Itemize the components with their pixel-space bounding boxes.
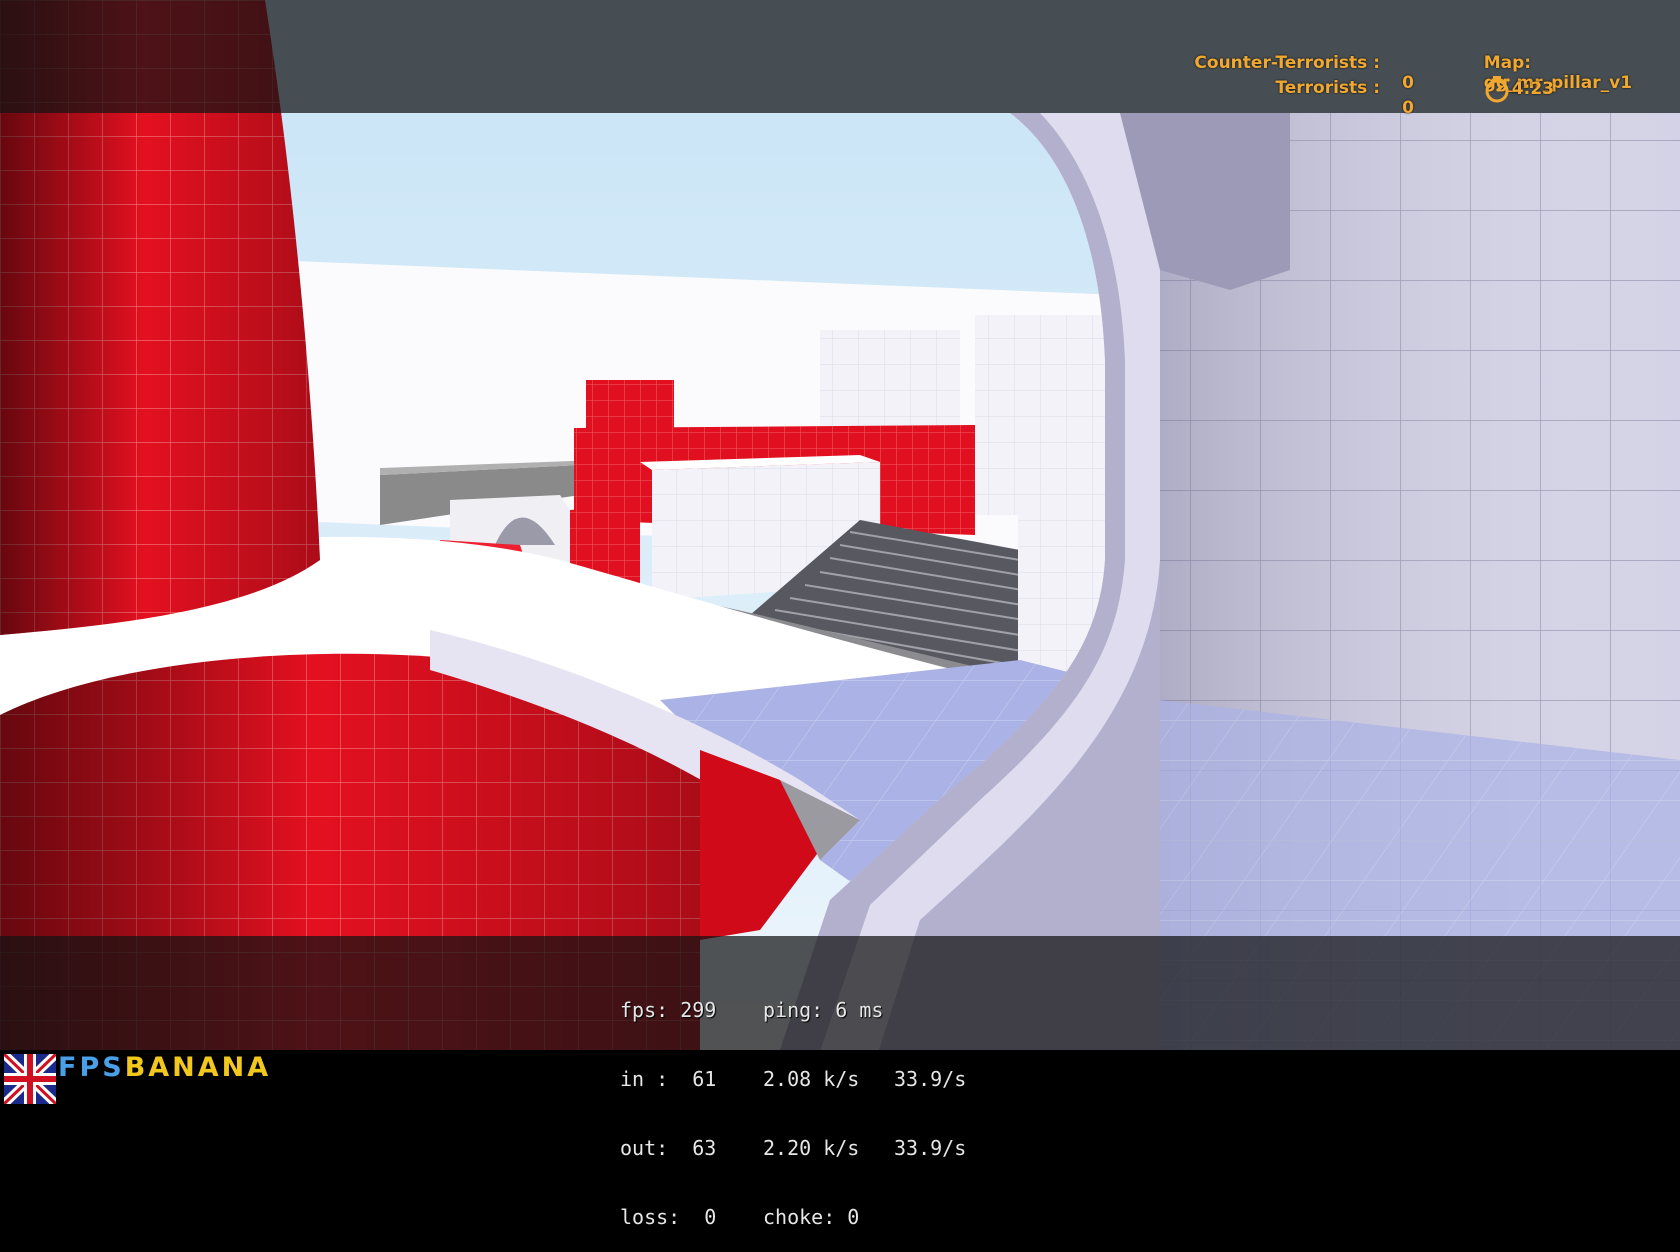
t-score: 0 xyxy=(1402,98,1414,118)
watermark-banana: BANANA xyxy=(124,1052,272,1083)
watermark-fps: FPS xyxy=(58,1052,125,1083)
in-packets: in : 61 xyxy=(620,1067,717,1091)
hud-top-bar xyxy=(0,0,1680,113)
in-updates: 33.9/s xyxy=(894,1067,967,1091)
t-score-row: Terrorists : 0 xyxy=(1180,58,1414,118)
net-graph: fps: 299 ping: 6 ms in : 61 2.08 k/s 33.9/s… xyxy=(620,953,966,1252)
out-packets: out: 63 xyxy=(620,1136,717,1160)
loss-value: loss: 0 xyxy=(620,1205,717,1229)
uk-flag-icon xyxy=(4,1054,56,1104)
stopwatch-icon xyxy=(1485,76,1510,103)
fps-value: fps: 299 xyxy=(620,998,717,1022)
ct-score-row: Counter-Terrorists : 0 xyxy=(1180,33,1414,93)
ping-value: ping: 6 ms xyxy=(763,998,884,1022)
choke-value: choke: 0 xyxy=(763,1205,860,1229)
net-row-loss: loss: 0 choke: 0 xyxy=(620,1206,966,1229)
net-row-out: out: 63 2.20 k/s 33.9/s xyxy=(620,1137,966,1160)
net-row-in: in : 61 2.08 k/s 33.9/s xyxy=(620,1068,966,1091)
out-updates: 33.9/s xyxy=(894,1136,967,1160)
t-label: Terrorists : xyxy=(1275,78,1380,98)
in-rate: 2.08 k/s xyxy=(763,1067,860,1091)
fpsbanana-watermark: FPSBANANA xyxy=(58,1052,271,1083)
round-timer: 4:23 xyxy=(1458,55,1554,123)
out-rate: 2.20 k/s xyxy=(763,1136,860,1160)
net-row-fps: fps: 299 ping: 6 ms xyxy=(620,999,966,1022)
timer-value: 4:23 xyxy=(1511,79,1554,99)
